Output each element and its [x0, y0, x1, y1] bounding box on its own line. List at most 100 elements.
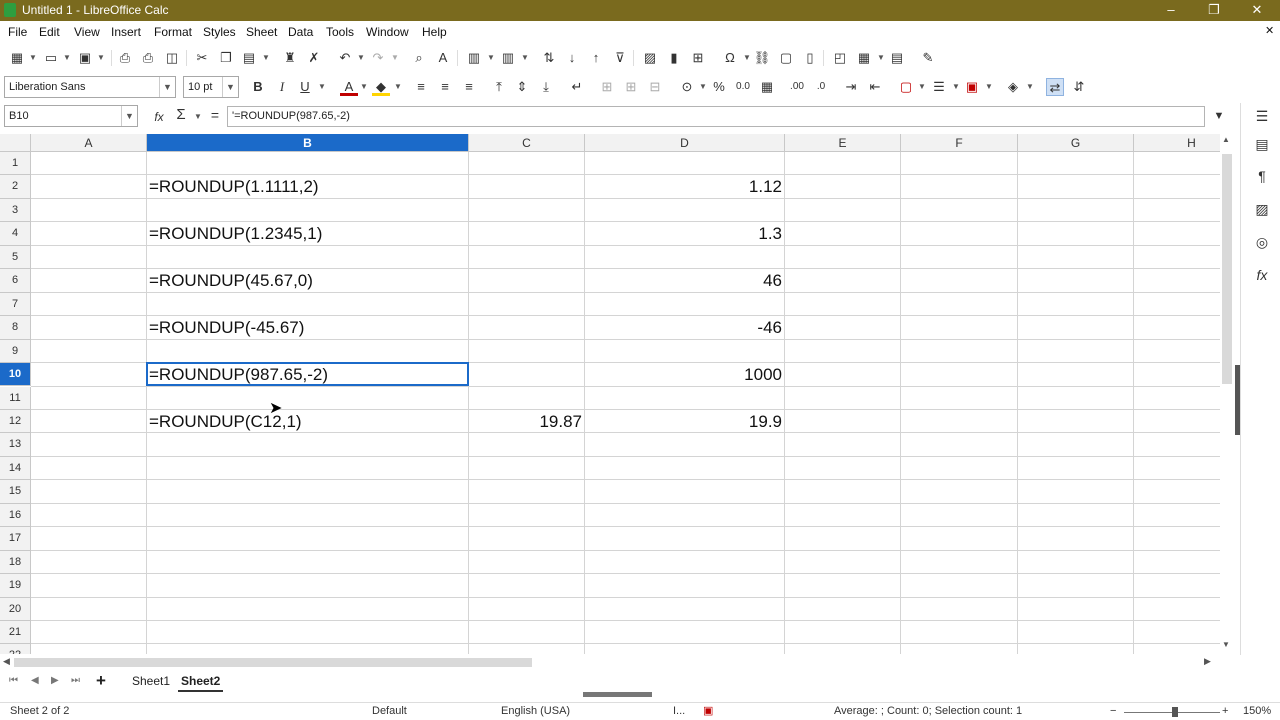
chevron-down-icon[interactable]: ▼ — [386, 49, 404, 67]
row-header-10[interactable]: 10 — [0, 363, 31, 387]
sidebar-menu-icon[interactable]: ☰ — [1253, 108, 1271, 126]
menu-sheet[interactable]: Sheet — [246, 25, 277, 39]
row-header-4[interactable]: 4 — [0, 222, 31, 246]
row-header-12[interactable]: 12 — [0, 409, 31, 434]
menu-window[interactable]: Window — [366, 25, 409, 39]
column-header-d[interactable]: D — [585, 134, 785, 152]
previous-sheet-icon[interactable]: ◀ — [31, 675, 39, 686]
sort-descending-icon[interactable]: ↑ — [587, 49, 605, 67]
scroll-up-icon[interactable]: ▲ — [1222, 135, 1230, 144]
cell-d6[interactable]: 46 — [587, 269, 782, 292]
cut-icon[interactable]: ✂ — [193, 49, 211, 67]
clone-formatting-icon[interactable]: ♜ — [281, 49, 299, 67]
menu-format[interactable]: Format — [154, 25, 192, 39]
cell-d4[interactable]: 1.3 — [587, 222, 782, 245]
column-header-h[interactable]: H — [1134, 134, 1220, 152]
italic-icon[interactable]: I — [273, 78, 291, 96]
zoom-slider-handle[interactable] — [1172, 707, 1178, 717]
date-format-icon[interactable]: ▦ — [758, 78, 776, 96]
headers-footers-icon[interactable]: ▯ — [801, 49, 819, 67]
insert-chart-icon[interactable]: ▮ — [665, 49, 683, 67]
chevron-down-icon[interactable]: ▼ — [121, 106, 137, 126]
number-format-icon[interactable]: 0.0 — [734, 78, 752, 96]
border-style-icon[interactable]: ☰ — [930, 78, 948, 96]
decrease-indent-icon[interactable]: ⇤ — [866, 78, 884, 96]
print-preview-icon[interactable]: ◫ — [163, 49, 181, 67]
align-center-icon[interactable]: ≡ — [436, 78, 454, 96]
freeze-rows-icon[interactable]: ▦ — [855, 49, 873, 67]
first-sheet-icon[interactable]: ⏮ — [9, 675, 18, 686]
next-sheet-icon[interactable]: ▶ — [51, 675, 59, 686]
zoom-level[interactable]: 150% — [1243, 703, 1271, 720]
language[interactable]: English (USA) — [501, 703, 570, 720]
chevron-down-icon[interactable]: ▼ — [352, 49, 370, 67]
align-bottom-icon[interactable]: ⤓ — [537, 78, 555, 96]
last-sheet-icon[interactable]: ⏭ — [71, 675, 80, 686]
sum-icon[interactable]: Σ — [172, 106, 190, 124]
zoom-out-button[interactable]: − — [1110, 703, 1116, 720]
special-character-icon[interactable]: Ω — [721, 49, 739, 67]
text-direction-ttb-icon[interactable]: ⇵ — [1070, 78, 1088, 96]
unmerge-cells-icon[interactable]: ⊟ — [646, 78, 664, 96]
row-header-8[interactable]: 8 — [0, 316, 31, 340]
add-sheet-button[interactable]: + — [96, 671, 106, 691]
chevron-down-icon[interactable]: ▼ — [92, 49, 110, 67]
menu-file[interactable]: File — [8, 25, 27, 39]
gallery-icon[interactable]: ▨ — [1253, 201, 1271, 219]
wrap-text-icon[interactable]: ↵ — [568, 78, 586, 96]
row-header-2[interactable]: 2 — [0, 175, 31, 199]
chevron-down-icon[interactable]: ▼ — [257, 49, 275, 67]
scroll-down-icon[interactable]: ▼ — [1222, 640, 1230, 649]
comment-icon[interactable]: ▢ — [777, 49, 795, 67]
chevron-down-icon[interactable]: ▼ — [1021, 78, 1039, 96]
insert-image-icon[interactable]: ▨ — [641, 49, 659, 67]
center-vertically-icon[interactable]: ⇕ — [513, 78, 531, 96]
bold-icon[interactable]: B — [249, 78, 267, 96]
chevron-down-icon[interactable]: ▼ — [313, 78, 331, 96]
function-wizard-icon[interactable]: fx — [150, 108, 168, 126]
zoom-in-button[interactable]: + — [1222, 703, 1228, 720]
merge-cells-icon[interactable]: ⊞ — [622, 78, 640, 96]
underline-icon[interactable]: U — [296, 78, 314, 96]
chevron-down-icon[interactable]: ▼ — [913, 78, 931, 96]
cell-b6[interactable]: =ROUNDUP(45.67,0) — [149, 269, 466, 292]
selection-summary[interactable]: Average: ; Count: 0; Selection count: 1 — [834, 703, 1022, 720]
cell-d2[interactable]: 1.12 — [587, 175, 782, 198]
column-header-g[interactable]: G — [1018, 134, 1134, 152]
formula-input[interactable]: '=ROUNDUP(987.65,-2) — [227, 106, 1205, 127]
sort-icon[interactable]: ⇅ — [540, 49, 558, 67]
formula-equals-icon[interactable]: = — [206, 106, 224, 124]
functions-icon[interactable]: fx — [1253, 267, 1271, 285]
spelling-icon[interactable]: A — [434, 49, 452, 67]
row-header-18[interactable]: 18 — [0, 550, 31, 575]
row-header-13[interactable]: 13 — [0, 433, 31, 457]
page-style[interactable]: Default — [372, 703, 407, 720]
restore-button[interactable]: ❐ — [1193, 0, 1235, 21]
navigator-icon[interactable]: ◎ — [1253, 234, 1271, 252]
expand-formula-bar-icon[interactable]: ▼ — [1210, 107, 1228, 125]
chevron-down-icon[interactable]: ▼ — [355, 78, 373, 96]
cell-d8[interactable]: -46 — [587, 316, 782, 339]
row-header-1[interactable]: 1 — [0, 152, 31, 176]
scroll-left-icon[interactable]: ◀ — [3, 656, 10, 667]
menu-help[interactable]: Help — [422, 25, 447, 39]
split-window-icon[interactable]: ▤ — [888, 49, 906, 67]
text-direction-ltr-icon[interactable]: ⇄ — [1046, 78, 1064, 96]
pivot-table-icon[interactable]: ⊞ — [689, 49, 707, 67]
align-top-icon[interactable]: ⤒ — [490, 78, 508, 96]
align-left-icon[interactable]: ≡ — [412, 78, 430, 96]
styles-icon[interactable]: ¶ — [1253, 168, 1271, 186]
row-icon[interactable]: ▥ — [465, 49, 483, 67]
row-header-7[interactable]: 7 — [0, 292, 31, 317]
merge-center-icon[interactable]: ⊞ — [598, 78, 616, 96]
find-replace-icon[interactable]: ⌕ — [410, 49, 428, 67]
chevron-down-icon[interactable]: ▼ — [189, 108, 207, 126]
select-all-corner[interactable] — [0, 134, 31, 152]
cell-d12[interactable]: 19.9 — [587, 410, 782, 433]
row-header-9[interactable]: 9 — [0, 339, 31, 364]
column-header-b[interactable]: B — [147, 134, 469, 152]
column-header-e[interactable]: E — [785, 134, 901, 152]
column-icon[interactable]: ▥ — [499, 49, 517, 67]
font-size-combo[interactable]: 10 pt ▼ — [183, 76, 239, 98]
horizontal-scrollbar[interactable]: ◀ ▶ — [0, 655, 1220, 669]
